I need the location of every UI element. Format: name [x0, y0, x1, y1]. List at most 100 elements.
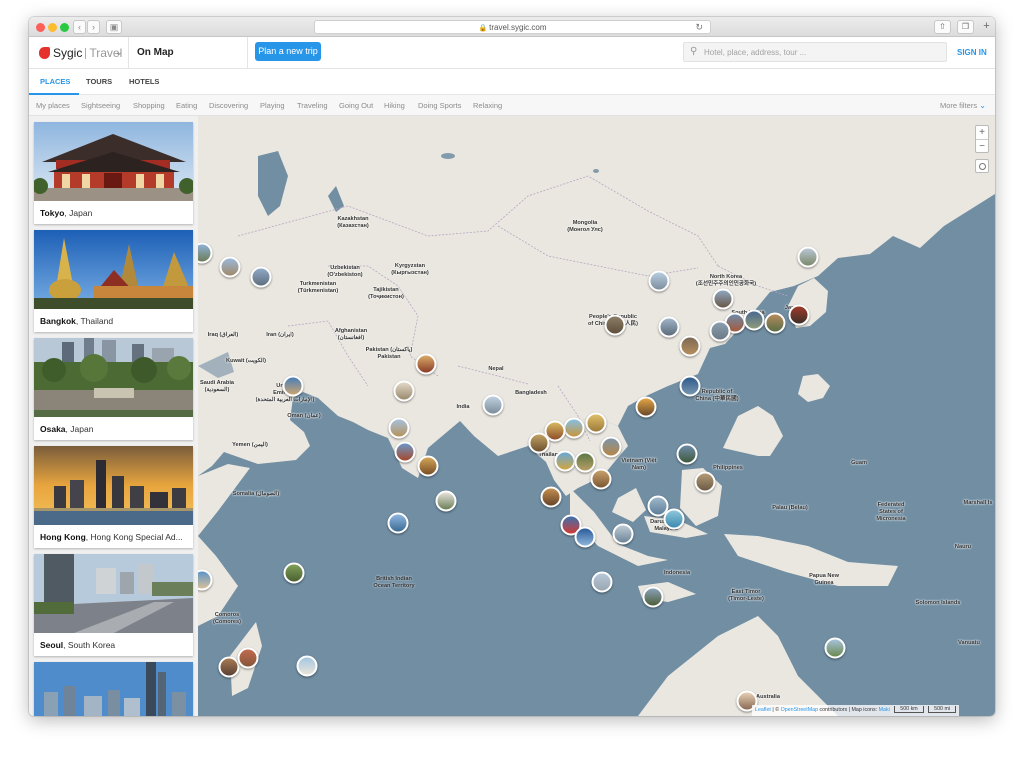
leaflet-link[interactable]: Leaflet	[755, 707, 771, 713]
minimize-window-button[interactable]	[48, 23, 57, 32]
maki-link[interactable]: Maki	[879, 707, 890, 713]
filter-my-places[interactable]: My places	[36, 101, 70, 110]
place-marker[interactable]	[250, 266, 272, 288]
place-marker[interactable]	[218, 656, 240, 678]
place-marker[interactable]	[388, 417, 410, 439]
sign-in-link[interactable]: SIGN IN	[957, 48, 987, 57]
zoom-out-button[interactable]: −	[976, 139, 988, 152]
filter-playing[interactable]: Playing	[260, 101, 285, 110]
map-view[interactable]: Kazakhstan (Казахстан) Mongolia (Монгол Ул…	[198, 116, 995, 716]
place-marker[interactable]	[658, 316, 680, 338]
place-marker[interactable]	[590, 468, 612, 490]
sidebar-toggle-icon[interactable]: ▣	[106, 20, 122, 34]
place-marker[interactable]	[712, 288, 734, 310]
place-marker[interactable]	[642, 586, 664, 608]
app-header: Sygic Travel ⌄ On Map Plan a new trip ⚲ …	[29, 37, 995, 69]
map-label: Papua New Guinea	[809, 573, 839, 586]
place-marker[interactable]	[574, 451, 596, 473]
map-label: Vanuatu	[958, 640, 980, 646]
place-card-tokyo[interactable]: Tokyo, Japan	[34, 122, 193, 224]
place-marker[interactable]	[540, 486, 562, 508]
tab-tours[interactable]: TOURS	[86, 77, 112, 86]
tabs-overview-icon[interactable]: ❐	[957, 20, 974, 34]
openstreetmap-link[interactable]: OpenStreetMap	[781, 707, 818, 713]
place-marker[interactable]	[591, 571, 613, 593]
sygic-logo[interactable]: Sygic Travel	[39, 46, 122, 60]
place-marker[interactable]	[764, 312, 786, 334]
place-card-hong-kong[interactable]: Hong Kong, Hong Kong Special Ad...	[34, 446, 193, 548]
place-marker[interactable]	[600, 436, 622, 458]
place-caption: Seoul, South Korea	[40, 640, 116, 650]
place-marker[interactable]	[393, 380, 415, 402]
place-marker[interactable]	[283, 562, 305, 584]
place-marker[interactable]	[709, 320, 731, 342]
place-marker[interactable]	[648, 270, 670, 292]
lock-icon: 🔒	[478, 25, 488, 32]
place-marker[interactable]	[282, 375, 304, 397]
place-marker[interactable]	[482, 394, 504, 416]
place-card-osaka[interactable]: Osaka, Japan	[34, 338, 193, 440]
map-label: Saudi Arabia (السعودية)	[200, 380, 234, 393]
place-marker[interactable]	[219, 256, 241, 278]
search-input[interactable]	[704, 46, 939, 59]
place-caption: Tokyo, Japan	[40, 208, 93, 218]
place-marker[interactable]	[788, 304, 810, 326]
forward-button[interactable]: ›	[87, 20, 100, 34]
place-marker[interactable]	[528, 432, 550, 454]
place-marker[interactable]	[563, 417, 585, 439]
share-icon[interactable]: ⇧	[934, 20, 951, 34]
zoom-window-button[interactable]	[60, 23, 69, 32]
url-text: travel.sygic.com	[489, 23, 547, 32]
tab-places[interactable]: PLACES	[40, 77, 70, 86]
place-marker[interactable]	[415, 353, 437, 375]
place-marker[interactable]	[554, 450, 576, 472]
locate-icon[interactable]	[975, 159, 989, 173]
place-marker[interactable]	[679, 335, 701, 357]
place-marker[interactable]	[676, 443, 698, 465]
filter-shopping[interactable]: Shopping	[133, 101, 165, 110]
map-label: Somalia (الصومال)	[232, 491, 280, 497]
place-marker[interactable]	[387, 512, 409, 534]
place-marker[interactable]	[797, 246, 819, 268]
plan-trip-button[interactable]: Plan a new trip	[255, 42, 321, 61]
place-marker[interactable]	[824, 637, 846, 659]
filter-doing-sports[interactable]: Doing Sports	[418, 101, 461, 110]
place-marker[interactable]	[679, 375, 701, 397]
filter-hiking[interactable]: Hiking	[384, 101, 405, 110]
zoom-in-button[interactable]: +	[976, 126, 988, 139]
place-marker[interactable]	[574, 526, 596, 548]
reload-icon[interactable]: ↻	[695, 21, 703, 34]
place-marker[interactable]	[296, 655, 318, 677]
close-window-button[interactable]	[36, 23, 45, 32]
chevron-down-icon[interactable]: ⌄	[115, 47, 123, 58]
filter-sightseeing[interactable]: Sightseeing	[81, 101, 120, 110]
place-marker[interactable]	[435, 490, 457, 512]
place-card-seoul[interactable]: Seoul, South Korea	[34, 554, 193, 656]
place-caption: Hong Kong, Hong Kong Special Ad...	[40, 532, 183, 542]
place-marker[interactable]	[612, 523, 634, 545]
back-button[interactable]: ‹	[73, 20, 86, 34]
search-box[interactable]: ⚲	[683, 42, 947, 62]
map-label: Kyrgyzstan (Кыргызстан)	[391, 263, 429, 276]
filter-discovering[interactable]: Discovering	[209, 101, 248, 110]
filter-going-out[interactable]: Going Out	[339, 101, 373, 110]
place-marker[interactable]	[417, 455, 439, 477]
place-marker[interactable]	[237, 647, 259, 669]
place-marker[interactable]	[743, 309, 765, 331]
place-card-next[interactable]	[34, 662, 193, 716]
place-marker[interactable]	[635, 396, 657, 418]
tab-hotels[interactable]: HOTELS	[129, 77, 159, 86]
more-filters-button[interactable]: More filters ⌄	[940, 101, 986, 110]
filter-relaxing[interactable]: Relaxing	[473, 101, 502, 110]
place-marker[interactable]	[604, 314, 626, 336]
place-marker[interactable]	[663, 508, 685, 530]
map-label: Nepal	[488, 366, 504, 372]
place-card-bangkok[interactable]: Bangkok, Thailand	[34, 230, 193, 332]
address-bar[interactable]: 🔒 travel.sygic.com ↻	[314, 20, 711, 34]
filter-traveling[interactable]: Traveling	[297, 101, 328, 110]
new-tab-button[interactable]: +	[980, 20, 993, 34]
place-marker[interactable]	[585, 412, 607, 434]
place-marker[interactable]	[694, 471, 716, 493]
filter-eating[interactable]: Eating	[176, 101, 197, 110]
place-marker[interactable]	[394, 441, 416, 463]
